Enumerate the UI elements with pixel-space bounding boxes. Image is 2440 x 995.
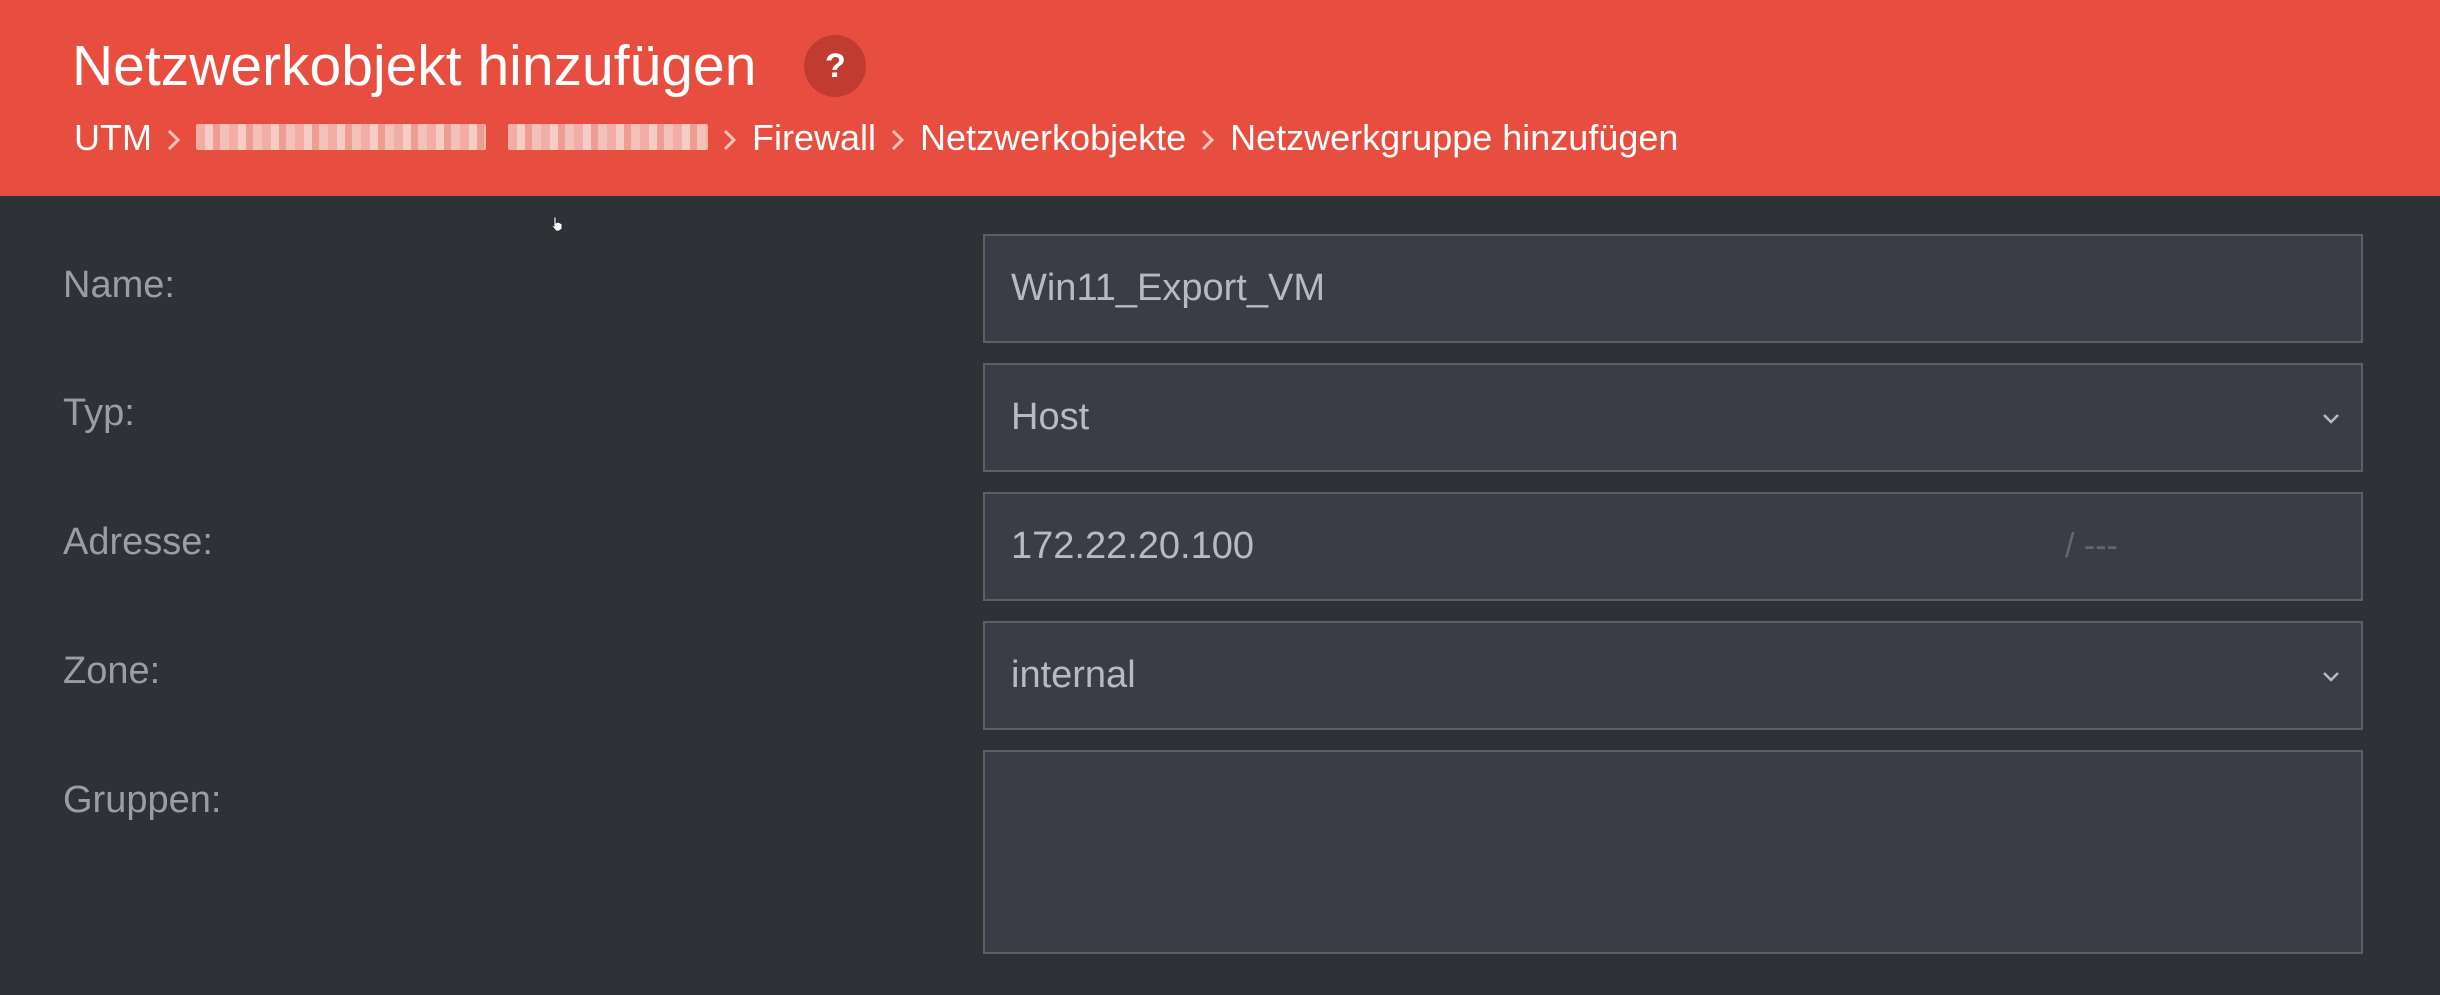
adresse-label: Adresse: — [63, 521, 213, 563]
name-value: Win11_Export_VM — [1011, 267, 1325, 309]
breadcrumb-utm[interactable]: UTM — [74, 117, 152, 159]
name-label: Name: — [63, 264, 175, 306]
page: Netzwerkobjekt hinzufügen ? UTM Firewall… — [0, 0, 2440, 995]
breadcrumb-firewall[interactable]: Firewall — [752, 117, 876, 159]
gruppen-label: Gruppen: — [63, 779, 222, 821]
prefix-length-input[interactable]: / --- — [2065, 527, 2118, 566]
breadcrumb-netzwerkobjekte[interactable]: Netzwerkobjekte — [920, 117, 1186, 159]
network-object-form: Name: Win11_Export_VM Typ: Host Adresse:… — [0, 196, 2440, 995]
help-button[interactable]: ? — [804, 35, 867, 97]
page-header: Netzwerkobjekt hinzufügen ? UTM Firewall… — [0, 0, 2440, 196]
redacted-text — [508, 124, 708, 150]
adresse-value: 172.22.20.100 — [1011, 525, 1255, 567]
breadcrumb-redacted[interactable] — [195, 117, 708, 159]
zone-value: internal — [1011, 654, 1136, 696]
chevron-right-icon — [714, 117, 746, 159]
typ-label: Typ: — [63, 392, 135, 434]
adresse-input[interactable]: 172.22.20.100 / --- — [983, 492, 2363, 601]
redacted-text — [195, 124, 486, 150]
typ-value: Host — [1011, 396, 1090, 438]
name-input[interactable]: Win11_Export_VM — [983, 234, 2363, 343]
chevron-down-icon — [2323, 413, 2339, 424]
page-title: Netzwerkobjekt hinzufügen — [72, 34, 757, 98]
chevron-right-icon — [158, 117, 190, 159]
breadcrumb-netzwerkgruppe-hinzufuegen: Netzwerkgruppe hinzufügen — [1230, 117, 1679, 158]
typ-select[interactable]: Host — [983, 363, 2363, 472]
chevron-right-icon — [882, 117, 914, 159]
zone-label: Zone: — [63, 650, 161, 692]
chevron-down-icon — [2323, 671, 2339, 682]
title-row: Netzwerkobjekt hinzufügen ? — [72, 30, 867, 102]
chevron-right-icon — [1192, 117, 1224, 159]
breadcrumb: UTM Firewall Netzwerkobjekte Netzwerkgru… — [74, 108, 1678, 168]
zone-select[interactable]: internal — [983, 621, 2363, 730]
gruppen-field[interactable] — [983, 750, 2363, 954]
